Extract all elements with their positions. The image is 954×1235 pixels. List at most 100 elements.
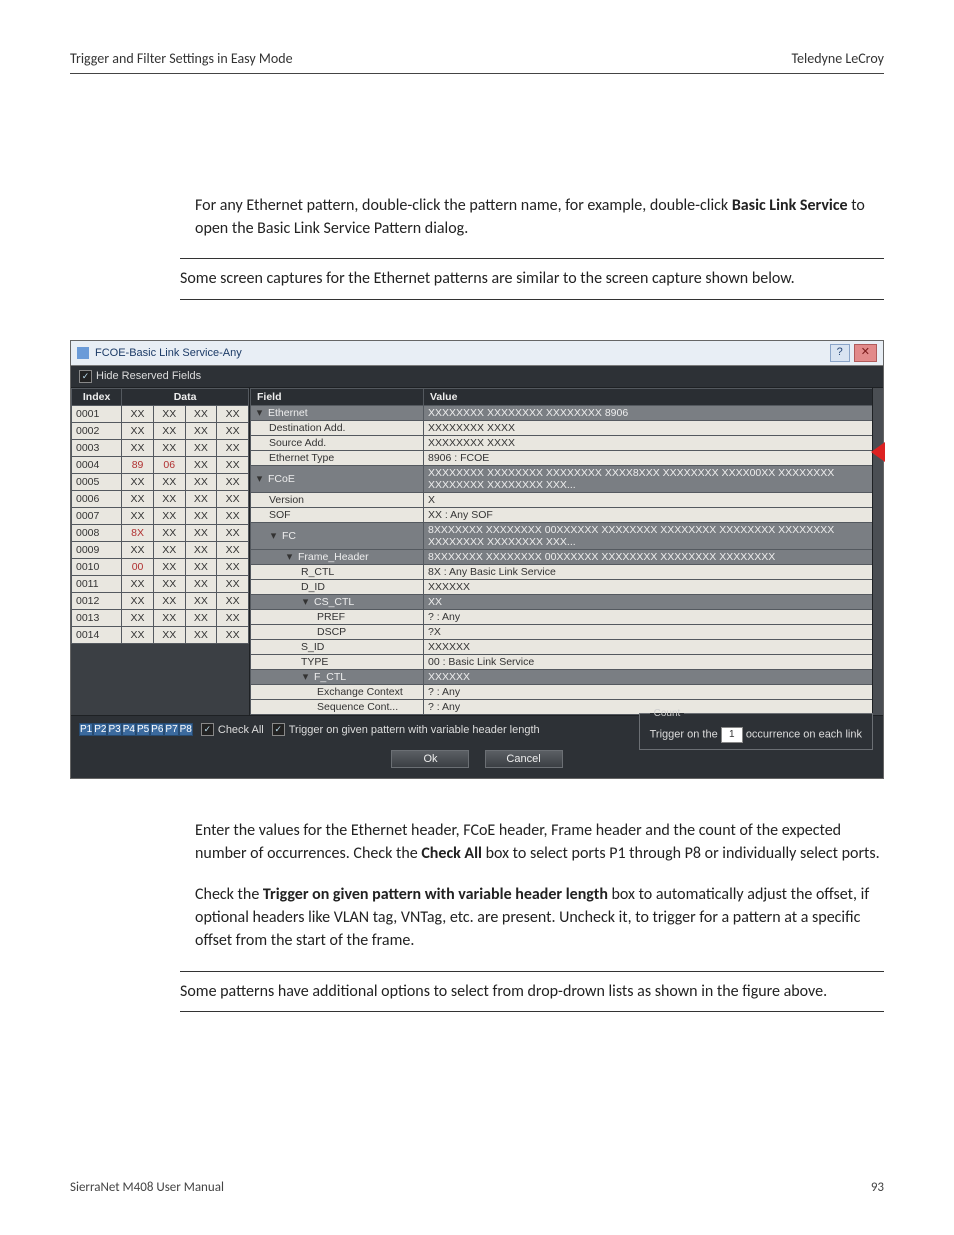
expander-icon[interactable]: ▾ xyxy=(301,673,310,682)
field-value[interactable]: 00 : Basic Link Service xyxy=(424,654,883,669)
cell-byte[interactable]: 89 xyxy=(122,456,154,473)
cell-byte[interactable]: XX xyxy=(217,524,249,541)
tree-group[interactable]: ▾EthernetXXXXXXXX XXXXXXXX XXXXXXXX 8906 xyxy=(251,405,883,420)
cell-byte[interactable]: XX xyxy=(122,609,154,626)
tree-group[interactable]: ▾CS_CTLXX xyxy=(251,594,883,609)
expander-icon[interactable]: ▾ xyxy=(301,598,310,607)
cell-byte[interactable]: XX xyxy=(217,592,249,609)
expander-icon[interactable]: ▾ xyxy=(255,475,264,484)
cell-byte[interactable]: XX xyxy=(217,473,249,490)
tree-leaf[interactable]: SOFXX : Any SOF xyxy=(251,507,883,522)
field-value[interactable]: XXXXXX xyxy=(424,669,883,684)
cell-byte[interactable]: XX xyxy=(153,439,185,456)
port-button-p4[interactable]: P4 xyxy=(122,723,136,736)
field-value[interactable]: XXXXXX xyxy=(424,579,883,594)
field-value[interactable]: XX xyxy=(424,594,883,609)
data-row[interactable]: 0002XXXXXXXX xyxy=(72,422,249,439)
cell-byte[interactable]: XX xyxy=(122,422,154,439)
tree-leaf[interactable]: TYPE00 : Basic Link Service xyxy=(251,654,883,669)
cell-byte[interactable]: XX xyxy=(217,405,249,422)
cell-byte[interactable]: 8X xyxy=(122,524,154,541)
cell-byte[interactable]: XX xyxy=(122,507,154,524)
cell-byte[interactable]: XX xyxy=(185,541,217,558)
cell-byte[interactable]: XX xyxy=(153,507,185,524)
data-grid[interactable]: Index Data 0001XXXXXXXX0002XXXXXXXX0003X… xyxy=(71,388,249,644)
tree-group[interactable]: ▾F_CTLXXXXXX xyxy=(251,669,883,684)
port-button-p6[interactable]: P6 xyxy=(150,723,164,736)
expander-icon[interactable]: ▾ xyxy=(269,532,278,541)
cell-byte[interactable]: XX xyxy=(153,592,185,609)
port-button-p8[interactable]: P8 xyxy=(179,723,193,736)
field-value[interactable]: XXXXXX xyxy=(424,639,883,654)
tree-leaf[interactable]: Destination Add.XXXXXXXX XXXX xyxy=(251,420,883,435)
data-row[interactable]: 0006XXXXXXXX xyxy=(72,490,249,507)
data-row[interactable]: 0009XXXXXXXX xyxy=(72,541,249,558)
cell-byte[interactable]: XX xyxy=(122,575,154,592)
cell-byte[interactable]: XX xyxy=(153,405,185,422)
field-tree[interactable]: Field Value ▾EthernetXXXXXXXX XXXXXXXX X… xyxy=(250,388,883,715)
cell-byte[interactable]: XX xyxy=(122,626,154,643)
ok-button[interactable]: Ok xyxy=(391,750,469,768)
port-button-p2[interactable]: P2 xyxy=(93,723,107,736)
port-button-p7[interactable]: P7 xyxy=(164,723,178,736)
port-button-p5[interactable]: P5 xyxy=(136,723,150,736)
close-button[interactable]: ✕ xyxy=(854,344,877,362)
cell-byte[interactable]: XX xyxy=(185,524,217,541)
cell-byte[interactable]: XX xyxy=(153,626,185,643)
data-row[interactable]: 0003XXXXXXXX xyxy=(72,439,249,456)
field-value[interactable]: XX : Any SOF xyxy=(424,507,883,522)
cell-byte[interactable]: XX xyxy=(217,490,249,507)
tree-leaf[interactable]: PREF? : Any xyxy=(251,609,883,624)
cell-byte[interactable]: XX xyxy=(185,490,217,507)
tree-leaf[interactable]: Ethernet Type8906 : FCOE xyxy=(251,450,883,465)
cell-byte[interactable]: XX xyxy=(122,541,154,558)
data-row[interactable]: 00088XXXXXXX xyxy=(72,524,249,541)
cell-byte[interactable]: XX xyxy=(217,507,249,524)
tree-leaf[interactable]: D_IDXXXXXX xyxy=(251,579,883,594)
data-row[interactable]: 0001XXXXXXXX xyxy=(72,405,249,422)
cell-byte[interactable]: XX xyxy=(185,405,217,422)
tree-leaf[interactable]: R_CTL8X : Any Basic Link Service xyxy=(251,564,883,579)
count-input[interactable] xyxy=(721,727,743,743)
port-button-p1[interactable]: P1 xyxy=(79,723,93,736)
expander-icon[interactable]: ▾ xyxy=(255,409,264,418)
tree-group[interactable]: ▾FCoEXXXXXXXX XXXXXXXX XXXXXXXX XXXX8XXX… xyxy=(251,465,883,492)
cell-byte[interactable]: XX xyxy=(217,558,249,575)
tree-group[interactable]: ▾Frame_Header8XXXXXXX XXXXXXXX 00XXXXXX … xyxy=(251,549,883,564)
help-button[interactable]: ? xyxy=(830,344,850,362)
cell-byte[interactable]: XX xyxy=(153,490,185,507)
cell-byte[interactable]: XX xyxy=(122,473,154,490)
tree-leaf[interactable]: DSCP?X xyxy=(251,624,883,639)
field-value[interactable]: ? : Any xyxy=(424,609,883,624)
cell-byte[interactable]: XX xyxy=(185,507,217,524)
cell-byte[interactable]: XX xyxy=(153,422,185,439)
cell-byte[interactable]: XX xyxy=(153,609,185,626)
cell-byte[interactable]: XX xyxy=(217,609,249,626)
cell-byte[interactable]: XX xyxy=(185,609,217,626)
tree-leaf[interactable]: S_IDXXXXXX xyxy=(251,639,883,654)
field-value[interactable]: 8XXXXXXX XXXXXXXX 00XXXXXX XXXXXXXX XXXX… xyxy=(424,522,883,549)
tree-leaf[interactable]: Exchange Context? : Any xyxy=(251,684,883,699)
tree-leaf[interactable]: Source Add.XXXXXXXX XXXX xyxy=(251,435,883,450)
field-value[interactable]: 8X : Any Basic Link Service xyxy=(424,564,883,579)
field-value[interactable]: ?X xyxy=(424,624,883,639)
cell-byte[interactable]: XX xyxy=(153,473,185,490)
data-row[interactable]: 0005XXXXXXXX xyxy=(72,473,249,490)
cell-byte[interactable]: XX xyxy=(217,439,249,456)
cell-byte[interactable]: XX xyxy=(217,575,249,592)
cell-byte[interactable]: XX xyxy=(185,558,217,575)
field-value[interactable]: 8906 : FCOE xyxy=(424,450,883,465)
hide-reserved-checkbox[interactable]: ✓ Hide Reserved Fields xyxy=(79,370,201,383)
cell-byte[interactable]: XX xyxy=(153,541,185,558)
cell-byte[interactable]: XX xyxy=(185,592,217,609)
cell-byte[interactable]: XX xyxy=(217,626,249,643)
cell-byte[interactable]: XX xyxy=(185,626,217,643)
data-row[interactable]: 001000XXXXXX xyxy=(72,558,249,575)
cell-byte[interactable]: XX xyxy=(122,439,154,456)
field-value[interactable]: ? : Any xyxy=(424,684,883,699)
field-value[interactable]: XXXXXXXX XXXXXXXX XXXXXXXX 8906 xyxy=(424,405,883,420)
field-value[interactable]: X xyxy=(424,492,883,507)
cell-byte[interactable]: XX xyxy=(217,456,249,473)
cell-byte[interactable]: XX xyxy=(185,439,217,456)
cell-byte[interactable]: XX xyxy=(185,456,217,473)
